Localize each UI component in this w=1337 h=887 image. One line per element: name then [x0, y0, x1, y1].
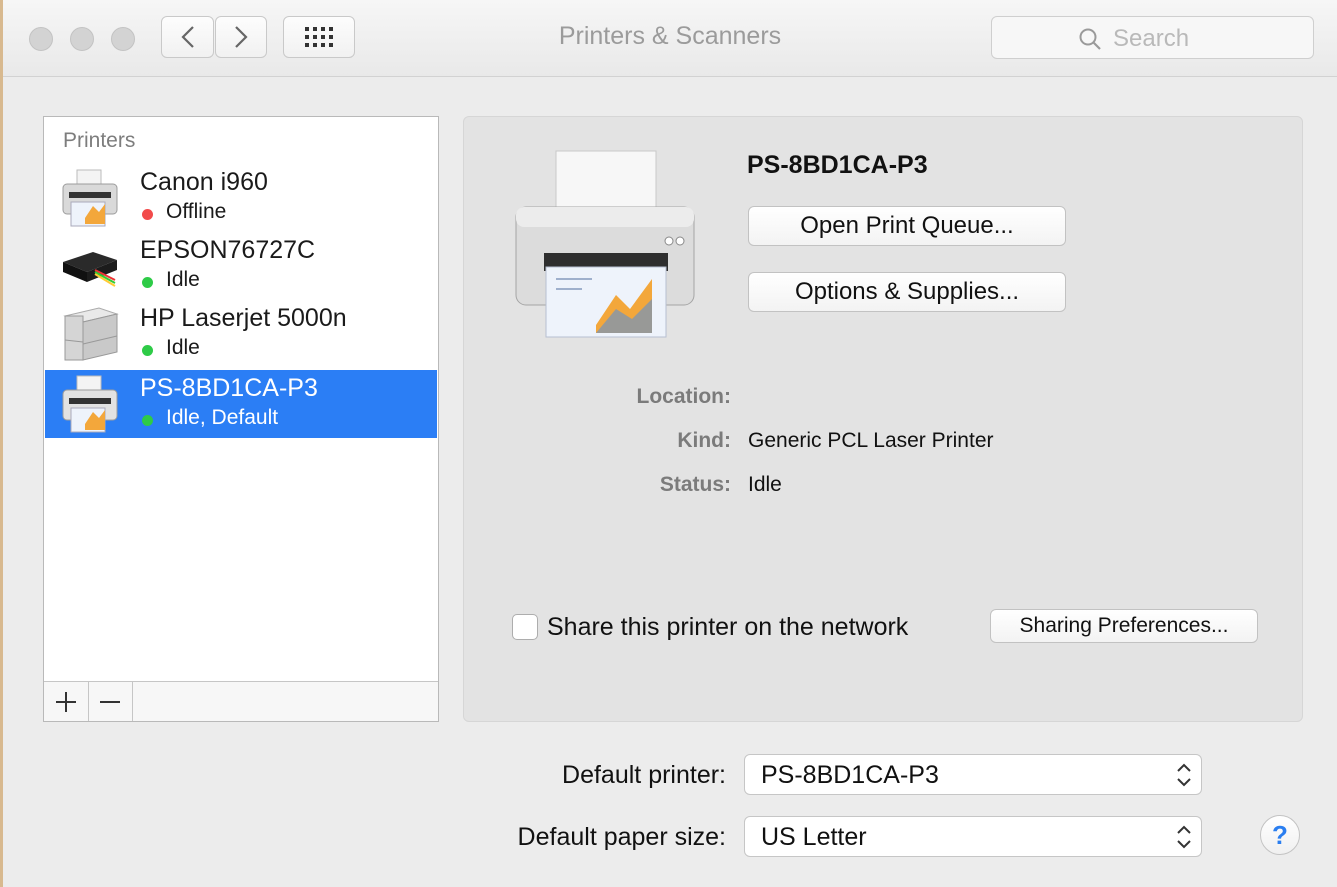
printer-name: Canon i960 — [140, 168, 268, 196]
status-value: Idle — [748, 473, 782, 496]
selected-printer-name: PS-8BD1CA-P3 — [747, 151, 928, 179]
status-label: Status: — [659, 473, 731, 496]
printers-scanners-window: Printers & Scanners Search Printers Cano… — [0, 0, 1337, 887]
default-paper-size-value: US Letter — [761, 823, 867, 851]
printer-detail-panel: PS-8BD1CA-P3 Open Print Queue... Options… — [463, 116, 1303, 722]
sharing-preferences-button[interactable]: Sharing Preferences... — [990, 609, 1258, 643]
printer-large-icon — [515, 150, 695, 338]
inkjet-printer-icon — [62, 169, 118, 227]
add-printer-button[interactable] — [44, 682, 89, 721]
default-paper-size-select[interactable]: US Letter — [744, 816, 1202, 857]
all-in-one-printer-icon — [63, 252, 117, 287]
status-dot-offline — [142, 209, 153, 220]
printer-status: Idle — [166, 268, 200, 291]
kind-label: Kind: — [677, 429, 731, 452]
options-supplies-button[interactable]: Options & Supplies... — [748, 272, 1066, 312]
updown-chevron-icon — [1177, 763, 1191, 787]
printer-name: PS-8BD1CA-P3 — [140, 374, 318, 402]
search-field[interactable]: Search — [991, 16, 1314, 59]
status-dot-idle — [142, 345, 153, 356]
kind-value: Generic PCL Laser Printer — [748, 429, 994, 452]
printer-status: Idle — [166, 336, 200, 359]
default-printer-select[interactable]: PS-8BD1CA-P3 — [744, 754, 1202, 795]
printer-row-hp-laserjet-5000n[interactable]: HP Laserjet 5000n Idle — [45, 300, 437, 368]
location-label: Location: — [636, 385, 732, 408]
remove-printer-button[interactable] — [88, 682, 133, 721]
printer-name: EPSON76727C — [140, 236, 316, 264]
open-print-queue-button[interactable]: Open Print Queue... — [748, 206, 1066, 246]
status-dot-idle — [142, 277, 153, 288]
laser-printer-icon — [63, 307, 119, 361]
printer-name: HP Laserjet 5000n — [140, 304, 347, 332]
printer-row-epson76727c[interactable]: EPSON76727C Idle — [45, 232, 437, 300]
laser-printer-icon — [62, 375, 118, 433]
printer-row-ps-8bd1ca-p3[interactable]: PS-8BD1CA-P3 Idle, Default — [45, 370, 437, 438]
updown-chevron-icon — [1177, 825, 1191, 849]
plus-icon — [56, 691, 76, 712]
toolbar: Printers & Scanners Search — [3, 0, 1337, 77]
list-footer — [44, 681, 438, 721]
minus-icon — [100, 700, 120, 703]
help-button[interactable]: ? — [1260, 815, 1300, 855]
default-printer-label: Default printer: — [562, 761, 726, 789]
printers-header: Printers — [63, 129, 136, 152]
search-icon — [1079, 28, 1101, 50]
printer-status: Offline — [166, 200, 227, 223]
printer-row-canon-i960[interactable]: Canon i960 Offline — [45, 164, 437, 232]
search-placeholder: Search — [1113, 25, 1190, 52]
default-printer-value: PS-8BD1CA-P3 — [761, 761, 939, 789]
share-printer-checkbox[interactable] — [512, 614, 538, 640]
share-printer-label[interactable]: Share this printer on the network — [547, 613, 908, 642]
printer-list: Printers Canon i960 Offline EPSON76727C … — [43, 116, 439, 722]
status-dot-idle — [142, 415, 153, 426]
printer-status: Idle, Default — [166, 406, 279, 429]
default-paper-size-label: Default paper size: — [517, 823, 726, 851]
